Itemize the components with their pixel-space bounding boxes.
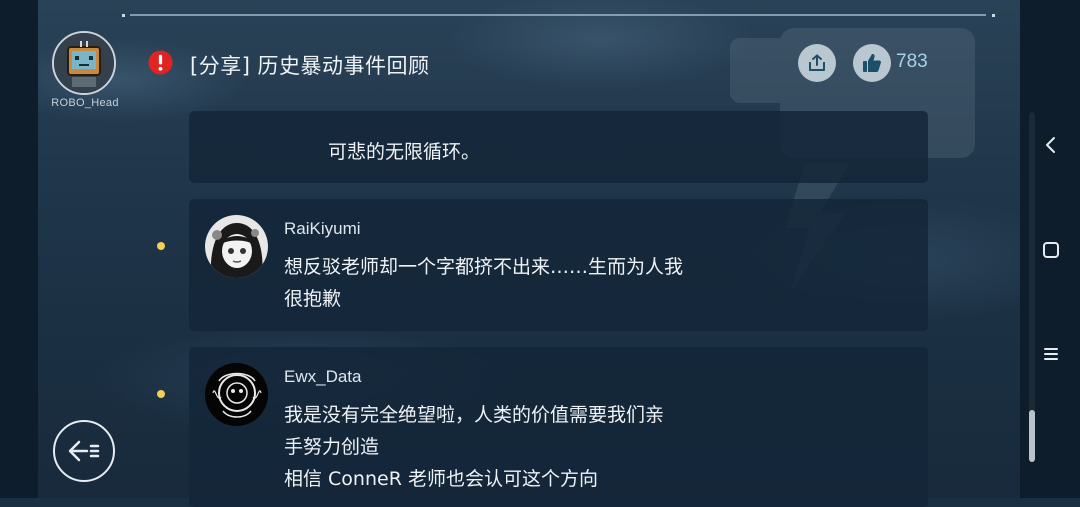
exit-button[interactable]	[53, 420, 115, 482]
user-avatar[interactable]	[52, 31, 116, 95]
commenter-name[interactable]: RaiKiyumi	[284, 219, 361, 239]
divider-dot	[122, 14, 125, 17]
divider-dot	[992, 14, 995, 17]
nav-back-button[interactable]	[1031, 133, 1071, 157]
unread-dot	[157, 242, 165, 250]
thumbs-up-icon	[863, 54, 881, 72]
commenter-avatar[interactable]	[205, 215, 268, 278]
nav-home-button[interactable]	[1031, 238, 1071, 262]
share-icon	[809, 54, 825, 71]
nav-menu-button[interactable]	[1031, 342, 1071, 366]
robot-head-icon	[54, 33, 114, 93]
exit-arrow-icon	[68, 440, 100, 462]
comment-card: RaiKiyumi 想反驳老师却一个字都挤不出来……生而为人我 很抱歉	[189, 199, 928, 331]
commenter-avatar[interactable]	[205, 363, 268, 426]
menu-icon	[1044, 348, 1058, 360]
user-name: ROBO_Head	[51, 97, 119, 109]
line-art-avatar-icon	[205, 363, 268, 426]
left-edge	[0, 0, 38, 498]
chevron-left-icon	[1046, 137, 1055, 153]
comment-card: Ewx_Data 我是没有完全绝望啦，人类的价值需要我们亲 手努力创造 相信 C…	[189, 347, 928, 507]
comment-text: 想反驳老师却一个字都挤不出来……生而为人我 很抱歉	[284, 256, 684, 310]
commenter-name[interactable]: Ewx_Data	[284, 367, 361, 387]
comment-text: 我是没有完全绝望啦，人类的价值需要我们亲 手努力创造 相信 ConneR 老师也…	[284, 404, 665, 490]
alert-icon	[148, 50, 173, 75]
unread-dot	[157, 390, 165, 398]
page-title: [分享] 历史暴动事件回顾	[190, 54, 430, 78]
like-button[interactable]	[853, 44, 891, 82]
anime-girl-avatar-icon	[205, 215, 268, 278]
share-button[interactable]	[798, 44, 836, 82]
scrollbar-thumb[interactable]	[1029, 410, 1035, 462]
comment-text: 可悲的无限循环。	[328, 141, 481, 163]
comment-card: 可悲的无限循环。	[189, 111, 928, 183]
square-icon	[1043, 242, 1059, 258]
top-divider	[130, 14, 986, 16]
like-count: 783	[896, 51, 928, 72]
